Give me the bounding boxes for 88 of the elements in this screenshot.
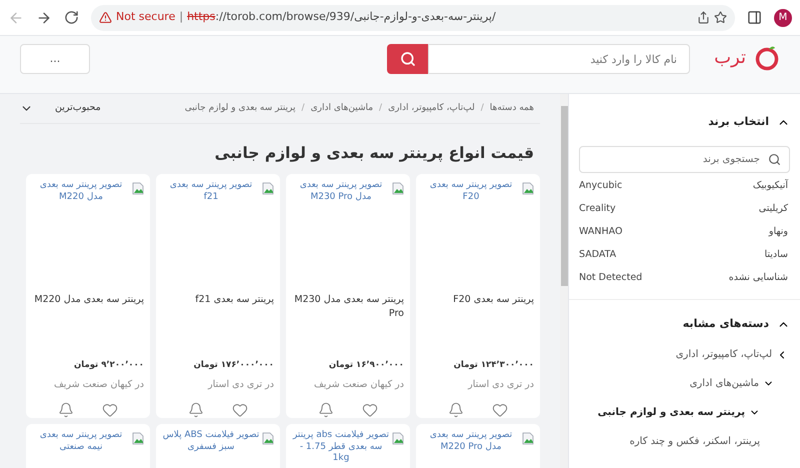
product-card[interactable]: تصویر پرینتر سه بعدی مدل M220 Pro xyxy=(416,424,540,468)
forward-icon[interactable] xyxy=(36,10,52,26)
category-link[interactable]: پرینتر سه بعدی و لوازم جانبی xyxy=(598,405,745,420)
brand-name[interactable]: آنیکیوبیک xyxy=(752,179,788,194)
seller-name: در کیهان صنعت شریف xyxy=(312,378,404,392)
breadcrumb-separator: / xyxy=(379,102,382,115)
seller-name: در تری دی استار xyxy=(466,378,534,392)
product-title: پرینتر سه بعدی f21 xyxy=(194,293,274,308)
heart-icon[interactable] xyxy=(102,402,118,418)
search-button[interactable] xyxy=(387,44,428,74)
product-card[interactable]: تصویر فیلامنت abs پرینتر سه بعدی قطر 1.75 - 1kg xyxy=(286,424,410,468)
product-image-link[interactable]: تصویر پرینتر سه بعدی مدل M220 Pro xyxy=(422,430,520,454)
product-title: پرینتر سه بعدی مدل M220 xyxy=(33,293,144,308)
product-price: ۹٬۲۰۰٬۰۰۰ تومان xyxy=(73,359,144,372)
brand-name[interactable]: کریلیتی xyxy=(758,202,788,217)
brand-search-field[interactable]: جستجوی برند xyxy=(579,146,790,173)
broken-image-icon xyxy=(262,432,274,446)
address-divider: | xyxy=(179,9,184,26)
product-card[interactable]: تصویر پرینتر سه بعدی F20 پرینتر سه بعدی F20 ۱۲۴٬۳۰۰٬۰۰۰ تومان در تری دی استار xyxy=(416,174,540,418)
broken-image-icon xyxy=(522,182,534,196)
product-image-link[interactable]: تصویر پرینتر سه بعدی نیمه صنعتی xyxy=(32,430,130,454)
profile-avatar[interactable]: M xyxy=(774,8,792,26)
category-link[interactable]: پرینتر، اسکنر، فکس و چند کاره xyxy=(630,434,760,449)
warning-icon xyxy=(99,11,112,24)
logo-icon xyxy=(754,44,780,70)
category-link[interactable]: ماشین‌های اداری xyxy=(690,376,759,391)
search-field[interactable]: نام کالا را وارد کنید xyxy=(428,44,690,74)
product-image-link[interactable]: تصویر فیلامنت ABS پلاس سبز فسفری xyxy=(162,430,260,454)
heart-icon[interactable] xyxy=(492,402,508,418)
similar-categories-title: دسته‌های مشابه xyxy=(682,316,769,332)
brand-latin-name[interactable]: WANHAO xyxy=(579,225,622,240)
product-image-link[interactable]: تصویر پرینتر سه بعدی مدل M220 xyxy=(32,180,130,204)
brand-latin-name[interactable]: Not Detected xyxy=(579,271,642,286)
product-image-link[interactable]: تصویر پرینتر سه بعدی مدل M230 Pro xyxy=(292,180,390,204)
brand-latin-name[interactable]: Creality xyxy=(579,202,616,217)
product-image-link[interactable]: تصویر پرینتر سه بعدی f21 xyxy=(162,180,260,204)
product-price: ۱۲۴٬۳۰۰٬۰۰۰ تومان xyxy=(452,359,534,372)
scrollbar-thumb[interactable] xyxy=(560,106,568,286)
brand-name[interactable]: ونهاو xyxy=(768,225,788,240)
search-icon xyxy=(400,51,416,67)
product-price: ۱۷۶٬۰۰۰٬۰۰۰ تومان xyxy=(192,359,274,372)
bell-icon[interactable] xyxy=(188,402,204,418)
product-title: پرینتر سه بعدی مدل M230 Pro xyxy=(293,293,404,322)
category-link[interactable]: لپ‌تاپ، کامپیوتر، اداری xyxy=(676,347,772,362)
breadcrumb-link[interactable]: لپ‌تاپ، کامپیوتر، اداری xyxy=(388,102,475,116)
breadcrumb-link[interactable]: پرینتر سه بعدی و لوازم جانبی xyxy=(184,102,296,116)
security-label: Not secure xyxy=(116,9,176,26)
broken-image-icon xyxy=(262,182,274,196)
location-box[interactable]: ... xyxy=(20,44,90,74)
reload-icon[interactable] xyxy=(64,10,79,25)
broken-image-icon xyxy=(132,182,144,196)
broken-image-icon xyxy=(522,432,534,446)
product-price: ۱۶٬۹۰۰٬۰۰۰ تومان xyxy=(328,359,404,372)
breadcrumb-link[interactable]: همه دسته‌ها xyxy=(490,102,534,116)
bell-icon[interactable] xyxy=(58,402,74,418)
brand-name[interactable]: سادیتا xyxy=(764,248,788,263)
brand-search-input[interactable]: جستجوی برند xyxy=(588,152,760,167)
product-card[interactable]: تصویر پرینتر سه بعدی مدل M220 پرینتر سه بعدی مدل M220 ۹٬۲۰۰٬۰۰۰ تومان در کیهان صنعت شریف xyxy=(26,174,150,418)
product-card[interactable]: تصویر پرینتر سه بعدی f21 پرینتر سه بعدی f21 ۱۷۶٬۰۰۰٬۰۰۰ تومان در تری دی استار xyxy=(156,174,280,418)
heart-icon[interactable] xyxy=(232,402,248,418)
seller-name: در کیهان صنعت شریف xyxy=(52,378,144,392)
share-icon[interactable] xyxy=(697,11,710,24)
brand-name[interactable]: شناسایی نشده xyxy=(728,271,788,286)
heart-icon[interactable] xyxy=(362,402,378,418)
broken-image-icon xyxy=(392,432,404,446)
broken-image-icon xyxy=(392,182,404,196)
seller-name: در تری دی استار xyxy=(206,378,274,392)
brand-filter-title: انتخاب برند xyxy=(708,114,769,130)
product-card[interactable]: تصویر فیلامنت ABS پلاس سبز فسفری xyxy=(156,424,280,468)
breadcrumb-link[interactable]: ماشین‌های اداری xyxy=(310,102,374,116)
broken-image-icon xyxy=(132,432,144,446)
page-title: قیمت انواع پرینتر سه بعدی و لوازم جانبی xyxy=(214,143,535,164)
breadcrumb-separator: / xyxy=(480,102,484,115)
brand-latin-name[interactable]: Anycubic xyxy=(579,179,622,194)
product-image-link[interactable]: تصویر فیلامنت abs پرینتر سه بعدی قطر 1.75 - 1kg xyxy=(292,430,390,465)
side-panel-icon[interactable] xyxy=(747,10,762,25)
product-title: پرینتر سه بعدی F20 xyxy=(452,293,534,308)
bookmark-star-icon[interactable] xyxy=(714,11,727,24)
bell-icon[interactable] xyxy=(318,402,334,418)
sort-dropdown[interactable]: محبوب‌ترین xyxy=(20,101,101,116)
brand-latin-name[interactable]: SADATA xyxy=(579,248,616,263)
bell-icon[interactable] xyxy=(448,402,464,418)
logo-text: ترب xyxy=(714,46,746,70)
product-image-link[interactable]: تصویر پرینتر سه بعدی F20 xyxy=(422,180,520,204)
search-icon xyxy=(768,153,781,166)
breadcrumb-separator: / xyxy=(302,102,305,115)
product-card[interactable]: تصویر پرینتر سه بعدی مدل M230 Pro پرینتر سه بعدی مدل M230 Pro ۱۶٬۹۰۰٬۰۰۰ تومان در کیهان صنعت شریف xyxy=(286,174,410,418)
product-card[interactable]: تصویر پرینتر سه بعدی نیمه صنعتی xyxy=(26,424,150,468)
